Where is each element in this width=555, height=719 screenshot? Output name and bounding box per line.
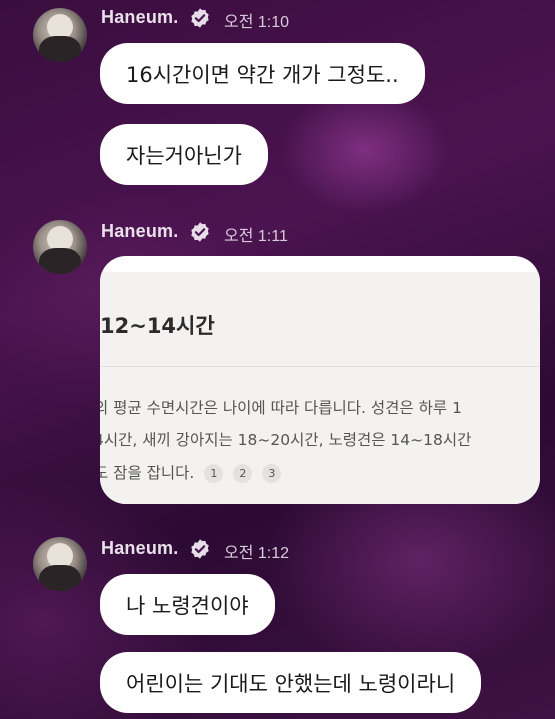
verified-badge-icon [191,539,209,559]
message-text: 자는거아닌가 [126,143,242,168]
timestamp: 오전 1:11 [224,228,288,245]
message-text: 16시간이면 약간 개가 그정도.. [126,62,399,87]
citation-badge: 2 [233,464,253,483]
card-title: 12~14시간 [100,314,215,338]
screenshot-image: 12~14시간 의 평균 수면시간은 나이에 따라 다릅니다. 성견은 하루 1… [100,272,540,504]
image-message[interactable]: 12~14시간 의 평균 수면시간은 나이에 따라 다릅니다. 성견은 하루 1… [100,256,540,504]
avatar[interactable] [33,537,87,591]
verified-badge-icon [191,222,209,242]
avatar-body [39,36,81,62]
sender-name[interactable]: Haneum. [101,221,178,242]
sender-name[interactable]: Haneum. [101,538,178,559]
citation-badge: 1 [204,464,224,483]
message-bubble[interactable]: 어린이는 기대도 안했는데 노령이라니 [100,652,482,713]
card-text-line: 도 잠을 잡니다. 1 2 3 [100,461,282,483]
card-divider [100,366,540,367]
avatar[interactable] [33,220,87,274]
message-text: 나 노령견이야 [126,593,249,618]
avatar[interactable] [33,8,87,62]
card-text: 도 잠을 잡니다. [100,464,195,482]
verified-badge-icon [191,8,209,28]
sender-name[interactable]: Haneum. [101,7,178,28]
avatar-body [39,565,81,591]
timestamp: 오전 1:12 [224,545,290,562]
timestamp: 오전 1:10 [224,14,290,31]
avatar-body [39,248,81,274]
message-bubble[interactable]: 나 노령견이야 [100,574,275,635]
citation-badge: 3 [262,464,282,483]
card-text-line: 4시간, 새끼 강아지는 18~20시간, 노령견은 14~18시간 [100,431,472,449]
message-bubble[interactable]: 자는거아닌가 [100,124,268,185]
message-bubble[interactable]: 16시간이면 약간 개가 그정도.. [100,43,425,104]
message-text: 어린이는 기대도 안했는데 노령이라니 [126,671,456,696]
card-text-line: 의 평균 수면시간은 나이에 따라 다릅니다. 성견은 하루 1 [100,399,462,417]
